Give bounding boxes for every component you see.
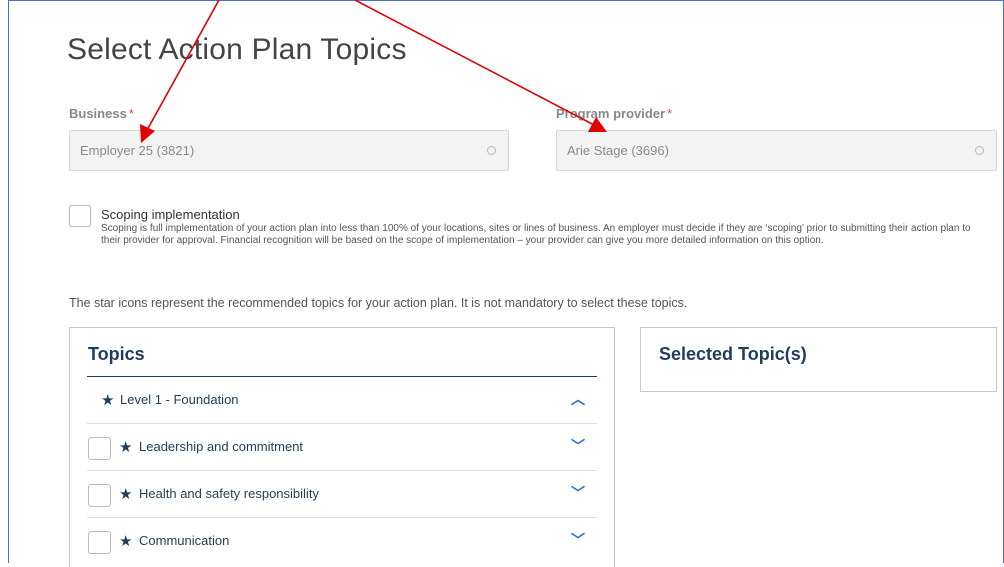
chevron-up-icon[interactable]: ︿ — [571, 389, 585, 409]
topics-title: Topics — [88, 344, 145, 364]
provider-label: Program provider * — [556, 106, 672, 121]
provider-field[interactable]: Arie Stage (3696) — [556, 130, 997, 171]
page-title: Select Action Plan Topics — [67, 33, 407, 66]
loading-indicator-icon — [487, 146, 496, 155]
topic-label: Leadership and commitment — [139, 439, 304, 454]
chevron-down-icon[interactable]: ﹀ — [571, 483, 585, 503]
topic-row: ★ Health and safety responsibility ﹀ — [87, 471, 597, 518]
level-label: Level 1 - Foundation — [120, 392, 239, 407]
topics-panel: Topics ★ Level 1 - Foundation ︿ ★ Leader… — [69, 327, 615, 567]
scoping-checkbox[interactable] — [69, 205, 91, 227]
scoping-label: Scoping implementation — [101, 207, 240, 222]
chevron-down-icon[interactable]: ﹀ — [571, 436, 585, 456]
topic-checkbox[interactable] — [88, 531, 111, 554]
business-label: Business * — [69, 106, 134, 121]
star-icon: ★ — [119, 439, 133, 456]
business-field[interactable]: Employer 25 (3821) — [69, 130, 509, 171]
topic-row: ★ Leadership and commitment ﹀ — [87, 424, 597, 471]
provider-value: Arie Stage (3696) — [567, 143, 669, 158]
star-icon: ★ — [119, 533, 133, 550]
required-mark: * — [128, 106, 134, 121]
topic-checkbox[interactable] — [88, 437, 111, 460]
required-mark: * — [667, 106, 673, 121]
selected-topics-title: Selected Topic(s) — [659, 344, 807, 364]
topic-row: ★ Communication ﹀ — [87, 518, 597, 564]
chevron-down-icon[interactable]: ﹀ — [571, 530, 585, 550]
star-note: The star icons represent the recommended… — [69, 296, 688, 310]
scoping-description: Scoping is full implementation of your a… — [101, 223, 971, 246]
topic-label: Health and safety responsibility — [139, 486, 319, 501]
star-icon: ★ — [119, 486, 133, 503]
business-value: Employer 25 (3821) — [80, 143, 195, 158]
loading-indicator-icon — [975, 146, 984, 155]
provider-label-text: Program provider — [556, 106, 666, 121]
business-label-text: Business — [69, 106, 127, 121]
topic-checkbox[interactable] — [88, 484, 111, 507]
star-icon: ★ — [101, 392, 115, 409]
selected-topics-panel: Selected Topic(s) — [640, 327, 997, 392]
level-header[interactable]: ★ Level 1 - Foundation ︿ — [87, 377, 597, 424]
topic-label: Communication — [139, 533, 230, 548]
